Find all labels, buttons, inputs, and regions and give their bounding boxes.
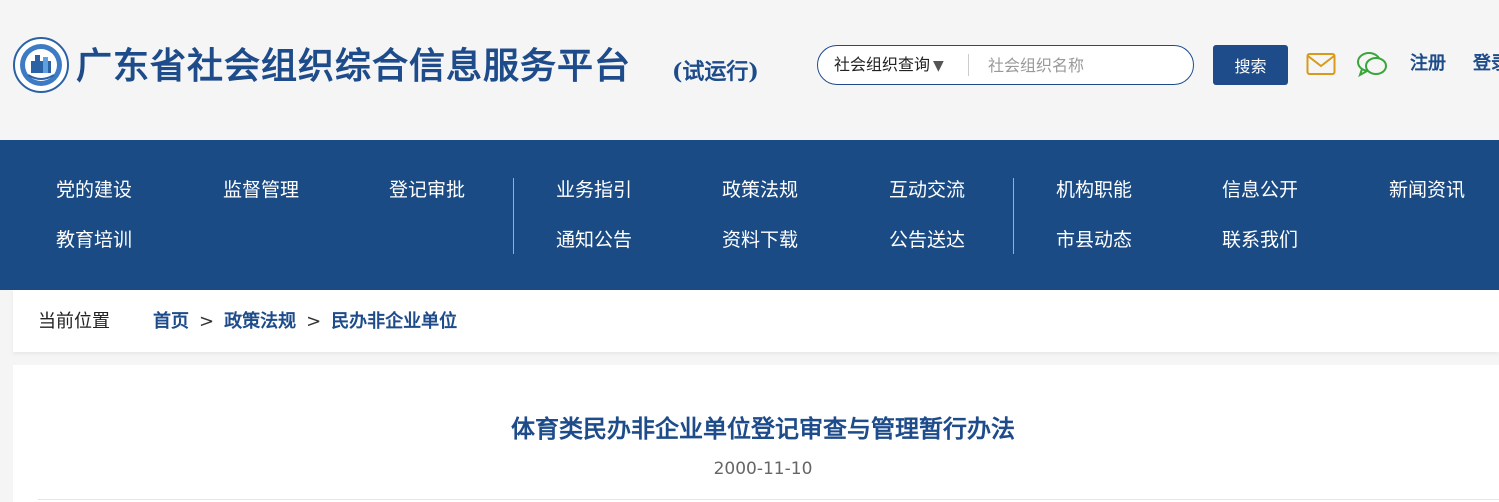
nav-item-downloads[interactable]: 资料下载 <box>722 226 798 254</box>
nav-divider <box>1013 178 1014 254</box>
chevron-down-icon: ▼ <box>933 58 944 74</box>
nav-divider <box>513 178 514 254</box>
breadcrumb-home-link[interactable]: 首页 <box>153 311 189 332</box>
article-date: 2000-11-10 <box>713 459 813 479</box>
logo-emblem-icon[interactable] <box>13 37 69 93</box>
search-button[interactable]: 搜索 <box>1213 45 1288 85</box>
article-title: 体育类民办非企业单位登记审查与管理暂行办法 <box>511 415 1015 443</box>
breadcrumb: 当前位置 首页 > 政策法规 > 民办非企业单位 <box>13 290 1499 352</box>
nav-item-functions[interactable]: 机构职能 <box>1056 176 1132 204</box>
search-divider <box>968 54 969 76</box>
nav-item-contact[interactable]: 联系我们 <box>1222 226 1298 254</box>
site-title: 广东省社会组织综合信息服务平台 <box>76 45 632 87</box>
search-input[interactable] <box>978 50 1178 80</box>
breadcrumb-separator: > <box>199 311 215 332</box>
nav-item-news[interactable]: 新闻资讯 <box>1389 176 1465 204</box>
nav-item-supervision[interactable]: 监督管理 <box>223 176 299 204</box>
chat-icon[interactable] <box>1356 50 1388 78</box>
divider <box>38 499 1499 500</box>
mail-icon[interactable] <box>1306 52 1336 76</box>
breadcrumb-separator: > <box>306 311 322 332</box>
nav-item-party-building[interactable]: 党的建设 <box>56 176 132 204</box>
nav-item-registration[interactable]: 登记审批 <box>389 176 465 204</box>
breadcrumb-current-link[interactable]: 民办非企业单位 <box>331 311 457 332</box>
nav-item-notices[interactable]: 通知公告 <box>556 226 632 254</box>
search-type-label: 社会组织查询 <box>834 55 931 74</box>
nav-item-business-guide[interactable]: 业务指引 <box>556 176 632 204</box>
breadcrumb-label: 当前位置 <box>38 311 110 332</box>
site-header: 广东省社会组织综合信息服务平台 (试运行) 社会组织查询▼ 搜索 注册 登录 <box>0 0 1499 140</box>
nav-item-disclosure[interactable]: 信息公开 <box>1222 176 1298 204</box>
search-type-dropdown[interactable]: 社会组织查询 ▼ <box>834 46 944 84</box>
site-subtitle: (试运行) <box>672 59 759 85</box>
nav-item-local-news[interactable]: 市县动态 <box>1056 226 1132 254</box>
main-nav: 党的建设 监督管理 登记审批 业务指引 政策法规 互动交流 机构职能 信息公开 … <box>0 140 1499 290</box>
breadcrumb-policies-link[interactable]: 政策法规 <box>224 311 296 332</box>
nav-item-policies[interactable]: 政策法规 <box>722 176 798 204</box>
nav-item-interaction[interactable]: 互动交流 <box>889 176 965 204</box>
nav-item-announcement-delivery[interactable]: 公告送达 <box>889 226 965 254</box>
search-box: 社会组织查询 ▼ <box>817 45 1194 85</box>
nav-item-training[interactable]: 教育培训 <box>56 226 132 254</box>
register-link[interactable]: 注册 <box>1410 50 1446 78</box>
article-panel: 体育类民办非企业单位登记审查与管理暂行办法 2000-11-10 <box>13 365 1499 502</box>
login-link[interactable]: 登录 <box>1473 50 1499 78</box>
breadcrumb-trail: 首页 > 政策法规 > 民办非企业单位 <box>153 307 457 333</box>
